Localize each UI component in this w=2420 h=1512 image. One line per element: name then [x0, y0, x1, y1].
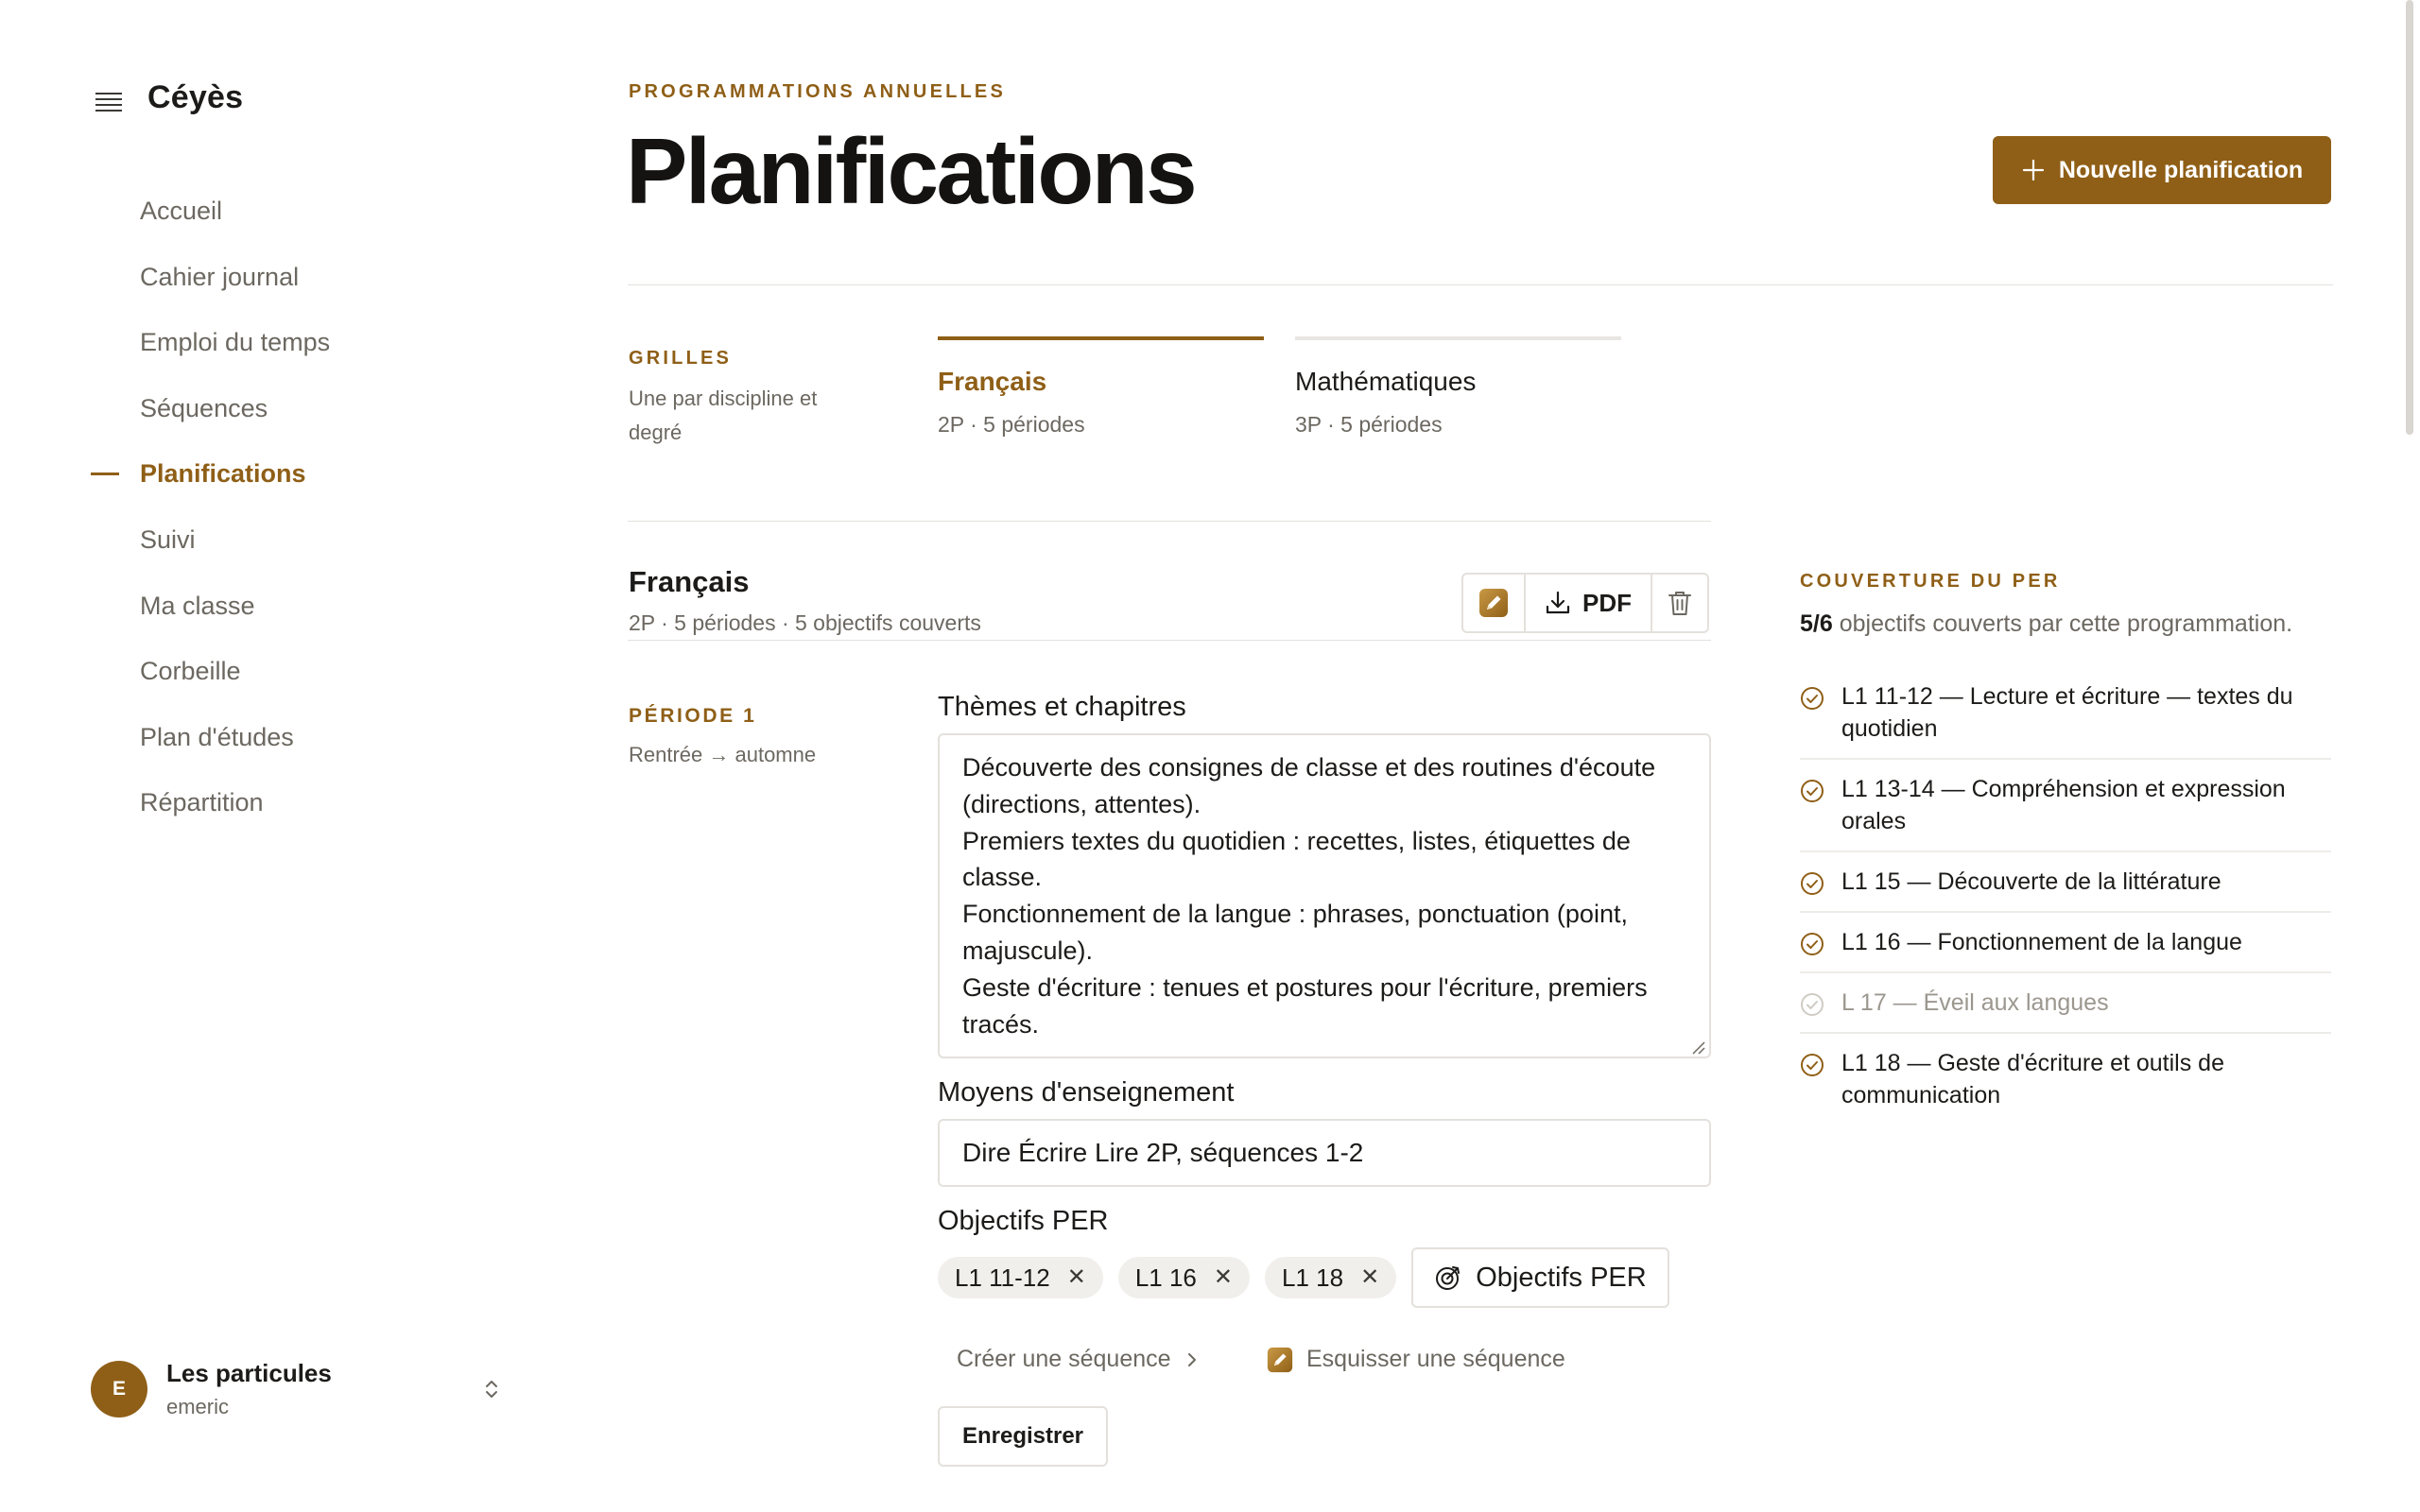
save-button[interactable]: Enregistrer [938, 1406, 1108, 1467]
coverage-item-text: L1 18 — Geste d'écriture et outils de co… [1841, 1050, 2224, 1108]
page-eyebrow: PROGRAMMATIONS ANNUELLES [629, 81, 1007, 102]
coverage-count: 5/6 [1800, 610, 1833, 637]
grid-tab-mathematiques[interactable]: Mathématiques 3P · 5 périodes [1295, 336, 1621, 450]
scrollbar-thumb[interactable] [2406, 0, 2413, 435]
new-plan-button-label: Nouvelle planification [2058, 156, 2304, 183]
sidebar-item-cahier-journal[interactable]: Cahier journal [140, 255, 499, 321]
coverage-title: COUVERTURE DU PER [1800, 571, 2061, 592]
divider [628, 521, 1711, 522]
sidebar-item-suivi[interactable]: Suivi [140, 518, 499, 584]
sidebar-item-corbeille[interactable]: Corbeille [140, 649, 499, 715]
grids-section-label: GRILLES [629, 348, 733, 369]
sidebar-item-sequences[interactable]: Séquences [140, 387, 499, 453]
objective-chip-label: L1 16 [1134, 1263, 1197, 1292]
coverage-item-text: L 17 — Éveil aux langues [1841, 989, 2109, 1016]
delete-button[interactable] [1652, 575, 1707, 631]
coverage-summary-text: objectifs couverts par cette programmati… [1832, 610, 2293, 637]
avatar: E [91, 1361, 147, 1418]
sidebar-item-plan-etudes[interactable]: Plan d'études [140, 715, 499, 782]
period-range: Rentrée → automne [629, 743, 817, 766]
check-circle-icon [1800, 1053, 1824, 1077]
coverage-item: L1 15 — Découverte de la littérature [1800, 852, 2331, 913]
app-brand-name: Céyès [147, 79, 244, 115]
sidebar-item-accueil[interactable]: Accueil [140, 189, 499, 255]
per-objectives-button-label: Objectifs PER [1476, 1262, 1647, 1293]
target-icon [1434, 1263, 1462, 1292]
sidebar-item-planifications[interactable]: Planifications [91, 452, 499, 518]
user-name: Les particules [166, 1359, 332, 1387]
per-objectives-button[interactable]: Objectifs PER [1411, 1247, 1669, 1308]
objective-chip-label: L1 18 [1282, 1263, 1344, 1292]
chevron-right-icon [1186, 1350, 1198, 1369]
coverage-item-text: L1 16 — Fonctionnement de la langue [1841, 929, 2242, 955]
means-input[interactable]: Dire Écrire Lire 2P, séquences 1-2 [938, 1119, 1711, 1187]
grid-tab-title: Mathématiques [1295, 367, 1477, 396]
pencil-icon [1267, 1347, 1293, 1373]
coverage-item-text: L1 11-12 — Lecture et écriture — textes … [1841, 683, 2293, 742]
objective-chip: L1 11-12 ✕ [938, 1257, 1103, 1298]
sketch-sequence-link[interactable]: Esquisser une séquence [1267, 1346, 1565, 1373]
page-title: Planifications [626, 119, 1198, 223]
sidebar-item-emploi-du-temps[interactable]: Emploi du temps [140, 320, 499, 387]
pdf-label: PDF [1582, 588, 1632, 617]
plan-meta: 2P · 5 périodes · 5 objectifs couverts [629, 610, 981, 635]
check-circle-icon [1800, 932, 1824, 956]
grid-tab-indicator [938, 336, 1264, 340]
grid-tab-indicator [1295, 336, 1621, 340]
trash-icon [1667, 589, 1693, 617]
user-username: emeric [166, 1395, 230, 1418]
coverage-summary: 5/6 objectifs couverts par cette program… [1800, 610, 2292, 638]
plan-toolbar: PDF [1461, 573, 1709, 633]
coverage-item: L1 18 — Geste d'écriture et outils de co… [1800, 1034, 2331, 1125]
coverage-list: L1 11-12 — Lecture et écriture — textes … [1800, 667, 2331, 1125]
check-circle-icon [1800, 871, 1824, 896]
sketch-button[interactable] [1463, 575, 1526, 631]
objectives-label: Objectifs PER [938, 1206, 1109, 1236]
plus-icon [2021, 158, 2046, 182]
download-icon [1545, 590, 1571, 616]
create-sequence-link[interactable]: Créer une séquence [957, 1346, 1198, 1373]
grid-tab-subtitle: 2P · 5 périodes [938, 412, 1085, 437]
menu-lines-icon[interactable] [95, 91, 122, 112]
grid-tab-subtitle: 3P · 5 périodes [1295, 412, 1443, 437]
objective-chip-label: L1 11-12 [955, 1263, 1050, 1292]
means-label: Moyens d'enseignement [938, 1077, 1235, 1108]
objective-chip: L1 18 ✕ [1265, 1257, 1397, 1298]
grid-tab-francais[interactable]: Français 2P · 5 périodes [938, 336, 1264, 450]
coverage-item: L1 11-12 — Lecture et écriture — textes … [1800, 667, 2331, 760]
divider [628, 284, 2333, 285]
chevron-up-down-icon[interactable] [484, 1378, 499, 1400]
grid-tab-title: Français [938, 367, 1047, 396]
sidebar-nav: Accueil Cahier journal Emploi du temps S… [91, 189, 499, 847]
coverage-item-text: L1 15 — Découverte de la littérature [1841, 868, 2221, 895]
coverage-item: L1 16 — Fonctionnement de la langue [1800, 913, 2331, 973]
coverage-item: L1 13-14 — Compréhension et expression o… [1800, 760, 2331, 852]
themes-label: Thèmes et chapitres [938, 692, 1186, 722]
resize-grip-icon[interactable] [1690, 1040, 1705, 1055]
remove-chip-icon[interactable]: ✕ [1067, 1266, 1086, 1289]
remove-chip-icon[interactable]: ✕ [1214, 1266, 1233, 1289]
check-circle-icon [1800, 779, 1824, 803]
grids-description: Une par discipline et degré [629, 387, 818, 444]
divider [628, 640, 1711, 641]
check-circle-icon [1800, 686, 1824, 711]
objective-chip: L1 16 ✕ [1117, 1257, 1251, 1298]
pencil-icon [1478, 588, 1509, 618]
coverage-item-text: L1 13-14 — Compréhension et expression o… [1841, 776, 2286, 834]
user-switcher[interactable]: E Les particules emeric [91, 1359, 507, 1419]
sidebar-item-repartition[interactable]: Répartition [140, 781, 499, 847]
sketch-sequence-label: Esquisser une séquence [1306, 1346, 1565, 1372]
create-sequence-label: Créer une séquence [957, 1346, 1171, 1372]
download-pdf-button[interactable]: PDF [1526, 575, 1652, 631]
remove-chip-icon[interactable]: ✕ [1360, 1266, 1379, 1289]
period-label: PÉRIODE 1 [629, 705, 757, 727]
objective-chips: L1 11-12 ✕ L1 16 ✕ L1 18 ✕ Objectifs PER [938, 1247, 1669, 1308]
sidebar-item-ma-classe[interactable]: Ma classe [140, 584, 499, 650]
coverage-item: L 17 — Éveil aux langues [1800, 973, 2331, 1034]
new-plan-button[interactable]: Nouvelle planification [1993, 136, 2331, 204]
themes-textarea[interactable]: Découverte des consignes de classe et de… [938, 733, 1711, 1058]
plan-title: Français [629, 565, 750, 598]
check-circle-icon [1800, 992, 1824, 1017]
